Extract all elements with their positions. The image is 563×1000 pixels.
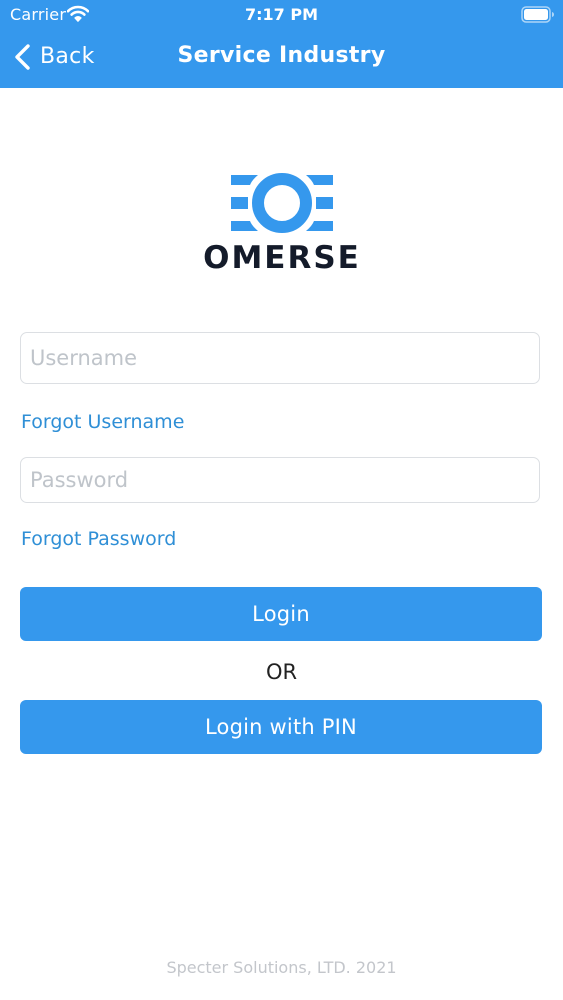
logo-wordmark: OMERSE (203, 240, 361, 276)
or-divider-label: OR (265, 660, 298, 684)
logo-mark-icon (231, 173, 333, 233)
footer-copyright: Specter Solutions, LTD. 2021 (166, 958, 397, 977)
username-field[interactable] (20, 332, 540, 384)
password-field[interactable] (20, 457, 540, 503)
navigation-header: Carrier 7:17 PM Back Service Industry (0, 0, 563, 88)
status-time: 7:17 PM (244, 5, 318, 24)
login-button[interactable]: Login (20, 587, 542, 641)
login-with-pin-button[interactable]: Login with PIN (20, 700, 542, 754)
nav-bar: Back Service Industry (0, 30, 563, 88)
forgot-password-link[interactable]: Forgot Password (21, 527, 176, 551)
forgot-username-link[interactable]: Forgot Username (21, 410, 184, 434)
omerse-logo: OMERSE (198, 172, 366, 276)
battery-icon (521, 6, 554, 23)
status-bar: Carrier 7:17 PM (0, 0, 563, 30)
page-title: Service Industry (177, 43, 386, 68)
